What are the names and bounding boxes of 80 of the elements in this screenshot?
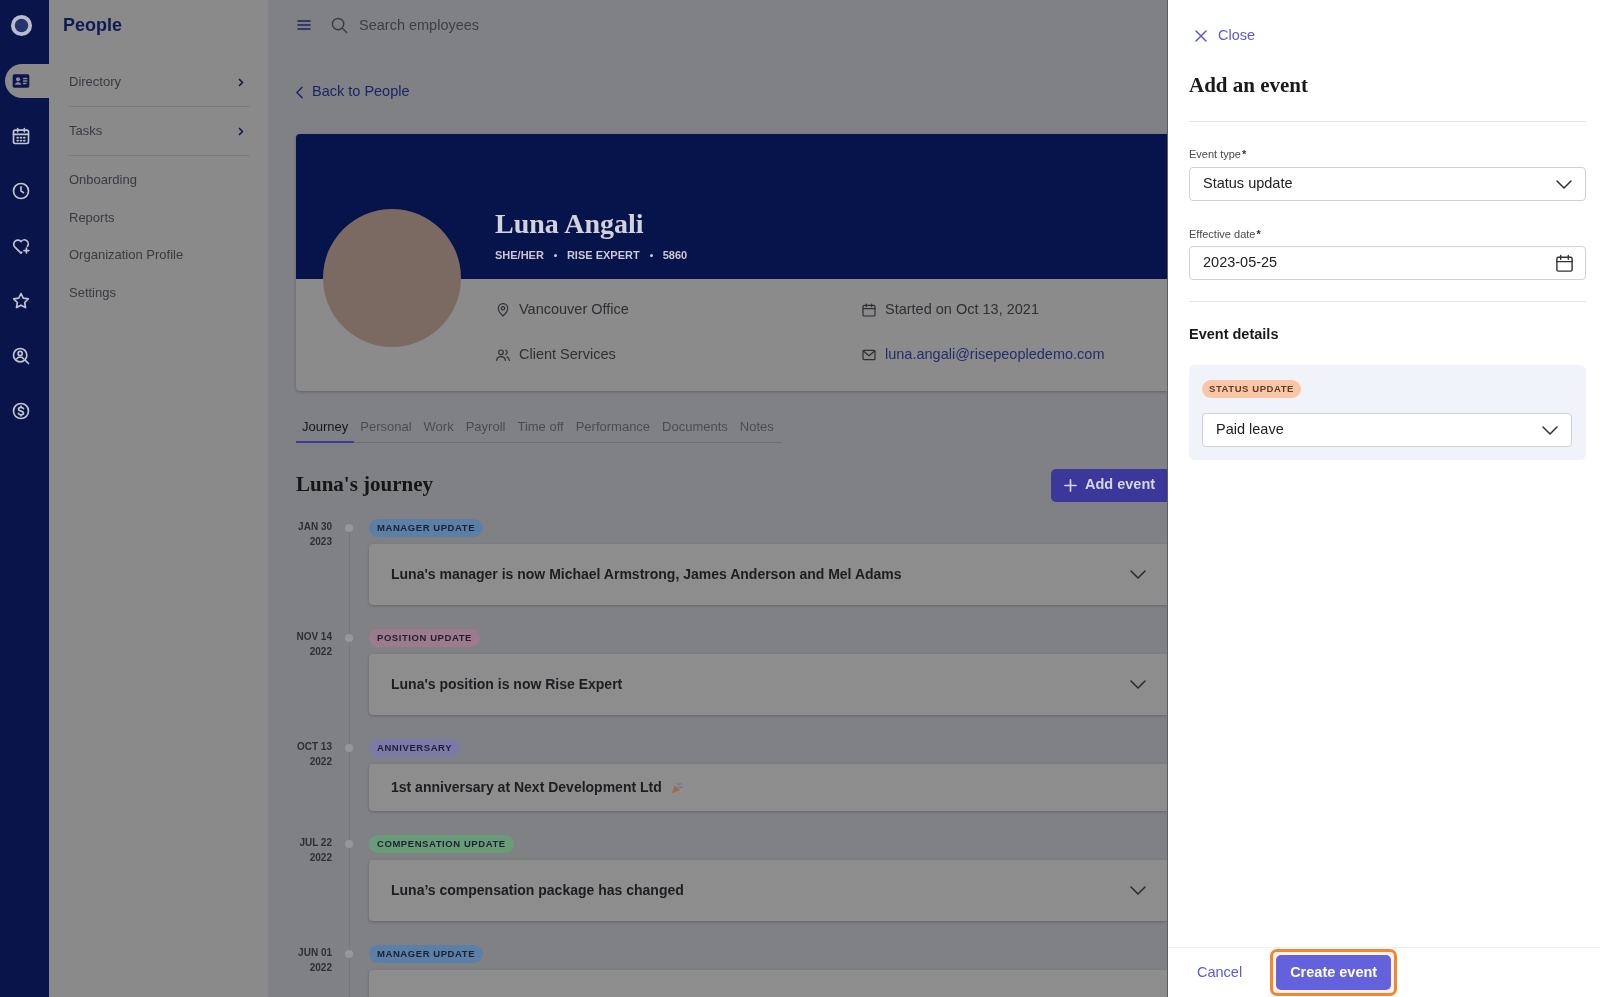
chevron-down-icon (1556, 179, 1572, 189)
status-tag: STATUS UPDATE (1202, 380, 1301, 398)
add-event-button[interactable]: Add event (1051, 468, 1167, 502)
event-date: NOV 14 (296, 630, 332, 644)
star-icon (11, 291, 31, 311)
sidebar-title: People (63, 13, 123, 37)
event-date: JAN 30 (298, 520, 332, 534)
profile-name: Luna Angali (495, 207, 644, 241)
event-tag: MANAGER UPDATE (369, 945, 484, 963)
cancel-button[interactable]: Cancel (1197, 961, 1243, 984)
event-tag: COMPENSATION UPDATE (369, 835, 514, 853)
close-button[interactable]: Close (1195, 26, 1256, 46)
create-event-button[interactable]: Create event (1270, 949, 1398, 996)
sidebar-item[interactable]: Tasks (69, 107, 250, 156)
user-search-icon (11, 346, 31, 366)
tab[interactable]: Journey (296, 412, 355, 443)
envelope-icon (861, 347, 877, 363)
search-field[interactable]: Search employees (359, 13, 559, 37)
start-date-text: Started on Oct 13, 2021 (885, 300, 1039, 320)
chevron-down-icon (1130, 570, 1146, 579)
calendar-icon (11, 126, 31, 146)
status-select[interactable]: Paid leave (1202, 413, 1572, 447)
back-link[interactable]: Back to People (296, 82, 410, 102)
date-field[interactable]: 2023-05-25 (1189, 246, 1586, 280)
event-type-select[interactable]: Status update (1189, 167, 1586, 201)
event-description: 1st anniversary at Next Development Ltd (391, 778, 662, 797)
event-year: 2022 (309, 961, 332, 975)
section-title: Event details (1189, 325, 1279, 344)
profile-meta: 5860 (662, 248, 688, 262)
people-icon (495, 347, 511, 363)
event-date: JUN 01 (298, 946, 332, 960)
sidebar-item[interactable]: Organization Profile (69, 236, 184, 274)
sidebar-item[interactable]: Reports (69, 198, 115, 236)
chevron-left-icon (296, 85, 303, 99)
sidebar-item[interactable]: Directory (69, 58, 250, 107)
email-link[interactable]: luna.angali@risepeopledemo.com (885, 344, 1105, 366)
event-description: Luna's position is now Rise Expert (391, 675, 623, 694)
section-title: Luna's journey (296, 471, 434, 499)
event-description: Luna’s compensation package has changed (391, 881, 684, 900)
chevron-right-icon (238, 126, 244, 136)
sidebar-item[interactable]: Settings (69, 273, 116, 311)
location-text: Vancouver Office (519, 300, 629, 320)
event-date: OCT 13 (297, 740, 332, 754)
sidebar-item[interactable]: Onboarding (69, 161, 137, 199)
event-tag: MANAGER UPDATE (369, 519, 484, 537)
event-tag: ANNIVERSARY (369, 739, 461, 757)
field-label: Effective date* (1189, 227, 1261, 241)
event-year: 2023 (309, 535, 332, 549)
close-icon (1195, 30, 1207, 42)
party-popper-icon (669, 780, 684, 795)
event-year: 2022 (309, 851, 332, 865)
chevron-right-icon (238, 77, 244, 87)
chevron-down-icon (1130, 886, 1146, 895)
profile-meta: RISE EXPERT (566, 248, 640, 262)
profile-meta: SHE/HER (495, 248, 544, 262)
map-pin-icon (495, 302, 511, 318)
event-description: Luna's manager is now Michael Armstrong, James Anderson and Mel Adams (391, 565, 902, 584)
event-year: 2022 (309, 645, 332, 659)
clock-icon (11, 181, 31, 201)
contact-card-icon (11, 71, 31, 91)
event-date: JUL 22 (299, 836, 332, 850)
heart-plus-icon (11, 236, 31, 256)
rail-button[interactable] (5, 64, 49, 98)
team-text: Client Services (519, 345, 616, 365)
chevron-down-icon (1130, 680, 1146, 689)
menu-icon[interactable] (297, 20, 311, 30)
calendar-icon (861, 302, 877, 318)
search-icon (331, 16, 348, 34)
event-card[interactable]: Luna's manager is now Michael Armstrong, James Anderson and Mel Adams (369, 544, 1167, 605)
dollar-coin-icon (11, 401, 31, 421)
chevron-down-icon (1542, 425, 1558, 435)
field-label: Event type* (1189, 147, 1247, 161)
event-year: 2022 (309, 755, 332, 769)
event-tag: POSITION UPDATE (369, 629, 480, 647)
event-card[interactable]: Luna’s compensation package has changed (369, 860, 1167, 921)
plus-icon (1064, 478, 1077, 492)
calendar-icon[interactable] (1555, 253, 1574, 273)
panel-title: Add an event (1189, 72, 1309, 99)
logo-icon[interactable] (10, 13, 33, 37)
event-card[interactable]: Luna's position is now Rise Expert (369, 654, 1167, 715)
